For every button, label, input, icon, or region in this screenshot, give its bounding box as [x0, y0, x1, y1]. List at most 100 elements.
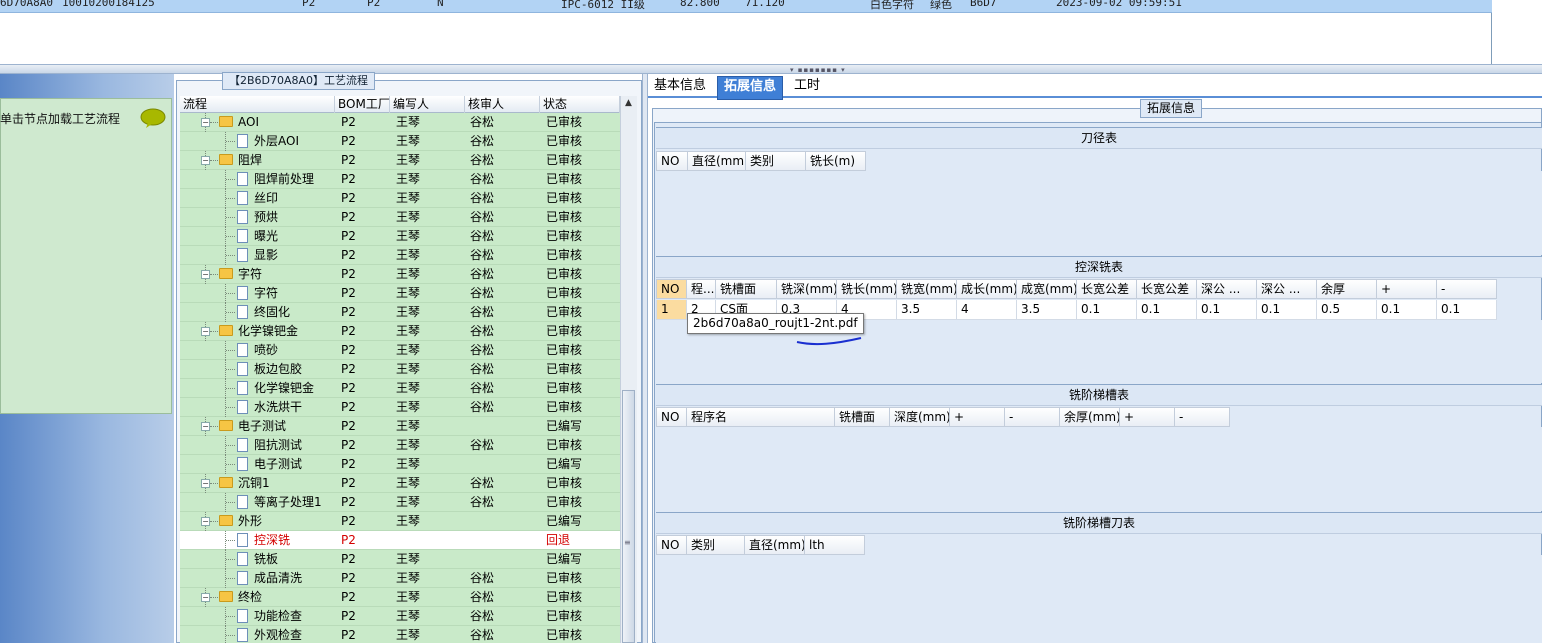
document-icon — [237, 609, 248, 623]
tree-row[interactable]: 水洗烘干 P2 王琴 谷松 已审核 — [180, 398, 620, 417]
tree-row[interactable]: 字符 P2 王琴 谷松 已审核 — [180, 284, 620, 303]
tree-row[interactable]: 电子测试 P2 王琴 已编写 — [180, 455, 620, 474]
col-header-bom-factory[interactable]: BOM工厂 — [335, 96, 390, 113]
tree-row[interactable]: − 沉铜1 P2 王琴 谷松 已审核 — [180, 474, 620, 493]
tree-row[interactable]: 铣板 P2 王琴 已编写 — [180, 550, 620, 569]
column-header[interactable]: 铣深(mm) — [777, 279, 837, 299]
tree-row[interactable]: 外观检查 P2 王琴 谷松 已审核 — [180, 626, 620, 643]
column-header[interactable]: 直径(mm) — [688, 151, 746, 171]
tree-connector — [210, 426, 218, 427]
column-header[interactable]: 深公 ... — [1257, 279, 1317, 299]
scrollbar-thumb[interactable] — [622, 390, 635, 643]
column-header[interactable]: 深度(mm) — [890, 407, 950, 427]
tree-node-name: 化学镍钯金 — [254, 381, 315, 395]
column-header[interactable]: + — [1120, 407, 1175, 427]
column-header[interactable]: - — [1005, 407, 1060, 427]
column-header[interactable]: 长宽公差 — [1077, 279, 1137, 299]
tree-row[interactable]: 预烘 P2 王琴 谷松 已审核 — [180, 208, 620, 227]
tree-row[interactable]: − AOI P2 王琴 谷松 已审核 — [180, 113, 620, 132]
column-header[interactable]: 铣槽面 — [835, 407, 890, 427]
tab-work-hours[interactable]: 工时 — [788, 76, 826, 98]
column-header[interactable]: 程... — [687, 279, 716, 299]
column-header[interactable]: NO — [656, 151, 688, 171]
collapse-icon[interactable]: − — [201, 118, 210, 127]
tree-row[interactable]: 成品清洗 P2 王琴 谷松 已审核 — [180, 569, 620, 588]
tab-extended-info[interactable]: 拓展信息 — [717, 76, 784, 100]
col-header-writer[interactable]: 编写人 — [390, 96, 465, 113]
column-header[interactable]: 程序名 — [687, 407, 835, 427]
column-header[interactable]: - — [1175, 407, 1230, 427]
column-header[interactable]: - — [1437, 279, 1497, 299]
tree-row[interactable]: 喷砂 P2 王琴 谷松 已审核 — [180, 341, 620, 360]
table-cell[interactable]: 1 — [656, 300, 687, 320]
tree-row[interactable]: 曝光 P2 王琴 谷松 已审核 — [180, 227, 620, 246]
tree-row[interactable]: − 字符 P2 王琴 谷松 已审核 — [180, 265, 620, 284]
column-header[interactable]: + — [950, 407, 1005, 427]
table-cell[interactable]: 0.1 — [1197, 300, 1257, 320]
column-header[interactable]: NO — [656, 407, 687, 427]
collapse-icon[interactable]: − — [201, 156, 210, 165]
tab-basic-info[interactable]: 基本信息 — [648, 76, 712, 98]
collapse-icon[interactable]: − — [201, 517, 210, 526]
table-cell[interactable]: 0.1 — [1257, 300, 1317, 320]
tree-row[interactable]: 阻抗测试 P2 王琴 谷松 已审核 — [180, 436, 620, 455]
process-flow-caption: 【2B6D70A8A0】工艺流程 — [222, 72, 376, 90]
tree-row[interactable]: 外层AOI P2 王琴 谷松 已审核 — [180, 132, 620, 151]
table-cell[interactable]: 0.1 — [1377, 300, 1437, 320]
column-header[interactable]: 余厚 — [1317, 279, 1377, 299]
tree-row[interactable]: 阻焊前处理 P2 王琴 谷松 已审核 — [180, 170, 620, 189]
collapse-icon[interactable]: − — [201, 270, 210, 279]
column-header[interactable]: + — [1377, 279, 1437, 299]
table-cell[interactable]: 3.5 — [1017, 300, 1077, 320]
column-header[interactable]: NO — [656, 535, 687, 555]
tree-row[interactable]: − 终检 P2 王琴 谷松 已审核 — [180, 588, 620, 607]
column-header[interactable]: 铣长(m) — [806, 151, 866, 171]
table-cell[interactable]: 0.1 — [1137, 300, 1197, 320]
tree-row[interactable]: 化学镍钯金 P2 王琴 谷松 已审核 — [180, 379, 620, 398]
column-header[interactable]: 成长(mm) — [957, 279, 1017, 299]
tree-cell-writer: 王琴 — [396, 419, 421, 433]
tree-cell-factory: P2 — [341, 210, 356, 224]
column-header[interactable]: 直径(mm) — [745, 535, 805, 555]
tree-row[interactable]: 终固化 P2 王琴 谷松 已审核 — [180, 303, 620, 322]
order-grid-selected-row[interactable]: 6D70A8A0 10010200184125 P2 P2 N IPC-6012… — [0, 0, 1492, 13]
scroll-up-arrow-icon[interactable]: ▲ — [621, 98, 636, 112]
table-cell[interactable]: 0.1 — [1437, 300, 1497, 320]
collapse-icon[interactable]: − — [201, 327, 210, 336]
column-header[interactable]: NO — [656, 279, 687, 299]
column-header[interactable]: 类别 — [687, 535, 745, 555]
splitter-grip-icon[interactable]: ▾ ▪▪▪▪▪▪▪ ▾ — [790, 66, 846, 74]
column-header[interactable]: 成宽(mm) — [1017, 279, 1077, 299]
collapse-icon[interactable]: − — [201, 479, 210, 488]
column-header[interactable]: 类别 — [746, 151, 806, 171]
collapse-icon[interactable]: − — [201, 422, 210, 431]
tree-row[interactable]: 丝印 P2 王琴 谷松 已审核 — [180, 189, 620, 208]
col-header-status[interactable]: 状态 — [540, 96, 620, 113]
tree-row[interactable]: − 电子测试 P2 王琴 已编写 — [180, 417, 620, 436]
column-header[interactable]: lth — [805, 535, 865, 555]
col-header-flow[interactable]: 流程 — [180, 96, 335, 113]
tree-row[interactable]: 功能检查 P2 王琴 谷松 已审核 — [180, 607, 620, 626]
column-header[interactable]: 铣宽(mm) — [897, 279, 957, 299]
tree-cell-reviewer: 谷松 — [470, 571, 495, 585]
table-cell[interactable]: 0.5 — [1317, 300, 1377, 320]
table-cell[interactable]: 3.5 — [897, 300, 957, 320]
tree-connector — [226, 141, 235, 142]
tree-row[interactable]: 板边包胶 P2 王琴 谷松 已审核 — [180, 360, 620, 379]
tree-row[interactable]: − 阻焊 P2 王琴 谷松 已审核 — [180, 151, 620, 170]
table-cell[interactable]: 0.1 — [1077, 300, 1137, 320]
column-header[interactable]: 铣槽面 — [716, 279, 777, 299]
column-header[interactable]: 长宽公差 — [1137, 279, 1197, 299]
tree-row[interactable]: − 化学镍钯金 P2 王琴 谷松 已审核 — [180, 322, 620, 341]
tree-row[interactable]: 控深铣 P2 回退 — [180, 531, 620, 550]
table-cell[interactable]: 4 — [957, 300, 1017, 320]
column-header[interactable]: 深公 ... — [1197, 279, 1257, 299]
collapse-icon[interactable]: − — [201, 593, 210, 602]
col-header-reviewer[interactable]: 核审人 — [465, 96, 540, 113]
tree-row[interactable]: 显影 P2 王琴 谷松 已审核 — [180, 246, 620, 265]
column-header[interactable]: 余厚(mm) — [1060, 407, 1120, 427]
tree-cell-factory: P2 — [341, 324, 356, 338]
column-header[interactable]: 铣长(mm) — [837, 279, 897, 299]
tree-row[interactable]: − 外形 P2 王琴 已编写 — [180, 512, 620, 531]
tree-row[interactable]: 等离子处理1 P2 王琴 谷松 已审核 — [180, 493, 620, 512]
